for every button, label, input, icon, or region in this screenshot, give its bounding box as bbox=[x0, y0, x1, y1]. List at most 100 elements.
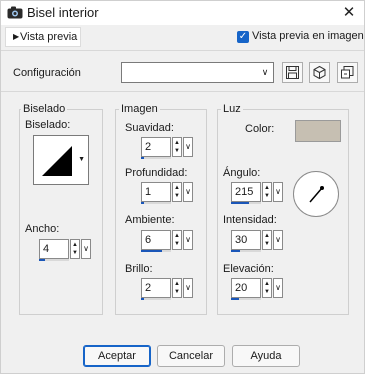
help-button[interactable]: Ayuda bbox=[232, 345, 300, 367]
preset-cube-icon bbox=[313, 65, 326, 80]
smoothness-dropdown[interactable]: ∨ bbox=[183, 137, 193, 157]
brightness-level-fill bbox=[141, 298, 144, 300]
arrow-up-icon[interactable]: ▲ bbox=[72, 241, 78, 249]
reset-button[interactable] bbox=[337, 62, 358, 83]
arrow-down-icon[interactable]: ▼ bbox=[264, 192, 270, 200]
arrow-up-icon[interactable]: ▲ bbox=[264, 184, 270, 192]
smoothness-label: Suavidad: bbox=[125, 122, 174, 134]
width-level-bar bbox=[39, 259, 69, 261]
width-input[interactable]: 4 bbox=[39, 239, 69, 259]
ambient-input[interactable]: 6 bbox=[141, 230, 171, 250]
arrow-down-icon[interactable]: ▼ bbox=[174, 288, 180, 296]
angle-label: Ángulo: bbox=[223, 167, 261, 179]
arrow-down-icon[interactable]: ▼ bbox=[72, 249, 78, 257]
elevation-stepper[interactable]: ▲ ▼ bbox=[262, 278, 272, 298]
arrow-down-icon[interactable]: ▼ bbox=[174, 192, 180, 200]
arrow-up-icon[interactable]: ▲ bbox=[174, 184, 180, 192]
light-group-label: Luz bbox=[221, 103, 243, 116]
elevation-input[interactable]: 20 bbox=[231, 278, 261, 298]
preview-on-image-label: Vista previa en imagen bbox=[252, 30, 364, 42]
brightness-level-bar bbox=[141, 298, 171, 300]
divider bbox=[1, 50, 364, 51]
depth-label: Profundidad: bbox=[125, 167, 188, 179]
ambient-level-bar bbox=[141, 250, 171, 252]
save-preset-button[interactable] bbox=[282, 62, 303, 83]
brightness-label: Brillo: bbox=[125, 263, 153, 275]
light-color-swatch[interactable] bbox=[295, 120, 341, 142]
intensity-level-bar bbox=[231, 250, 261, 252]
camera-icon bbox=[7, 6, 23, 19]
angle-input[interactable]: 215 bbox=[231, 182, 261, 202]
bevel-shape-selector[interactable]: ▼ bbox=[33, 135, 89, 185]
arrow-down-icon[interactable]: ▼ bbox=[264, 288, 270, 296]
save-icon bbox=[286, 66, 299, 79]
ambient-label: Ambiente: bbox=[125, 214, 175, 226]
brightness-input[interactable]: 2 bbox=[141, 278, 171, 298]
preview-bar: ▶ Vista previa ✓ Vista previa en imagen bbox=[1, 25, 364, 49]
angle-level-fill bbox=[231, 202, 249, 204]
arrow-down-icon[interactable]: ▼ bbox=[264, 240, 270, 248]
intensity-dropdown[interactable]: ∨ bbox=[273, 230, 283, 250]
ambient-level-fill bbox=[141, 250, 162, 252]
bevel-shape-icon bbox=[42, 146, 72, 176]
chevron-down-icon: ▼ bbox=[78, 156, 85, 163]
depth-level-bar bbox=[141, 202, 171, 204]
depth-input[interactable]: 1 bbox=[141, 182, 171, 202]
smoothness-input[interactable]: 2 bbox=[141, 137, 171, 157]
ambient-dropdown[interactable]: ∨ bbox=[183, 230, 193, 250]
arrow-up-icon[interactable]: ▲ bbox=[174, 280, 180, 288]
ok-button[interactable]: Aceptar bbox=[83, 345, 151, 367]
color-label: Color: bbox=[245, 123, 275, 135]
bisel-interior-dialog: Bisel interior ✕ ▶ Vista previa ✓ Vista … bbox=[0, 0, 365, 374]
angle-dial[interactable] bbox=[293, 171, 339, 217]
config-dropdown[interactable]: ∨ bbox=[121, 62, 274, 83]
depth-level-fill bbox=[141, 202, 144, 204]
width-level-fill bbox=[39, 259, 45, 261]
ambient-stepper[interactable]: ▲ ▼ bbox=[172, 230, 182, 250]
divider bbox=[1, 91, 364, 92]
bevel-shape-label: Biselado: bbox=[25, 119, 71, 131]
intensity-input[interactable]: 30 bbox=[231, 230, 261, 250]
depth-dropdown[interactable]: ∨ bbox=[183, 182, 193, 202]
config-label: Configuración bbox=[13, 67, 81, 79]
arrow-up-icon[interactable]: ▲ bbox=[264, 280, 270, 288]
elevation-level-fill bbox=[231, 298, 239, 300]
smoothness-level-fill bbox=[141, 157, 144, 159]
reset-icon bbox=[341, 66, 354, 79]
arrow-down-icon[interactable]: ▼ bbox=[174, 240, 180, 248]
preset-cube-button[interactable] bbox=[309, 62, 330, 83]
intensity-stepper[interactable]: ▲ ▼ bbox=[262, 230, 272, 250]
intensity-label: Intensidad: bbox=[223, 214, 277, 226]
intensity-level-fill bbox=[231, 250, 240, 252]
width-stepper[interactable]: ▲ ▼ bbox=[70, 239, 80, 259]
arrow-down-icon[interactable]: ▼ bbox=[174, 147, 180, 155]
cancel-button[interactable]: Cancelar bbox=[157, 345, 225, 367]
elevation-level-bar bbox=[231, 298, 261, 300]
angle-dropdown[interactable]: ∨ bbox=[273, 182, 283, 202]
close-button[interactable]: ✕ bbox=[339, 3, 359, 23]
width-dropdown[interactable]: ∨ bbox=[81, 239, 91, 259]
angle-level-bar bbox=[231, 202, 261, 204]
chevron-down-icon: ∨ bbox=[261, 67, 269, 77]
brightness-dropdown[interactable]: ∨ bbox=[183, 278, 193, 298]
expand-arrow-icon: ▶ bbox=[13, 32, 20, 41]
elevation-label: Elevación: bbox=[223, 263, 274, 275]
depth-stepper[interactable]: ▲ ▼ bbox=[172, 182, 182, 202]
arrow-up-icon[interactable]: ▲ bbox=[174, 139, 180, 147]
angle-stepper[interactable]: ▲ ▼ bbox=[262, 182, 272, 202]
image-group-label: Imagen bbox=[119, 103, 160, 116]
title-bar: Bisel interior ✕ bbox=[1, 1, 364, 25]
bevel-group-label: Biselado bbox=[21, 103, 68, 116]
elevation-dropdown[interactable]: ∨ bbox=[273, 278, 283, 298]
preview-toggle-label: Vista previa bbox=[20, 31, 78, 43]
arrow-up-icon[interactable]: ▲ bbox=[264, 232, 270, 240]
brightness-stepper[interactable]: ▲ ▼ bbox=[172, 278, 182, 298]
preview-on-image-checkbox[interactable]: ✓ bbox=[237, 31, 249, 43]
width-label: Ancho: bbox=[25, 223, 60, 235]
preview-toggle[interactable]: ▶ Vista previa bbox=[5, 27, 81, 47]
arrow-up-icon[interactable]: ▲ bbox=[174, 232, 180, 240]
angle-needle-icon bbox=[309, 186, 324, 203]
window-title: Bisel interior bbox=[27, 5, 99, 20]
smoothness-stepper[interactable]: ▲ ▼ bbox=[172, 137, 182, 157]
smoothness-level-bar bbox=[141, 157, 171, 159]
